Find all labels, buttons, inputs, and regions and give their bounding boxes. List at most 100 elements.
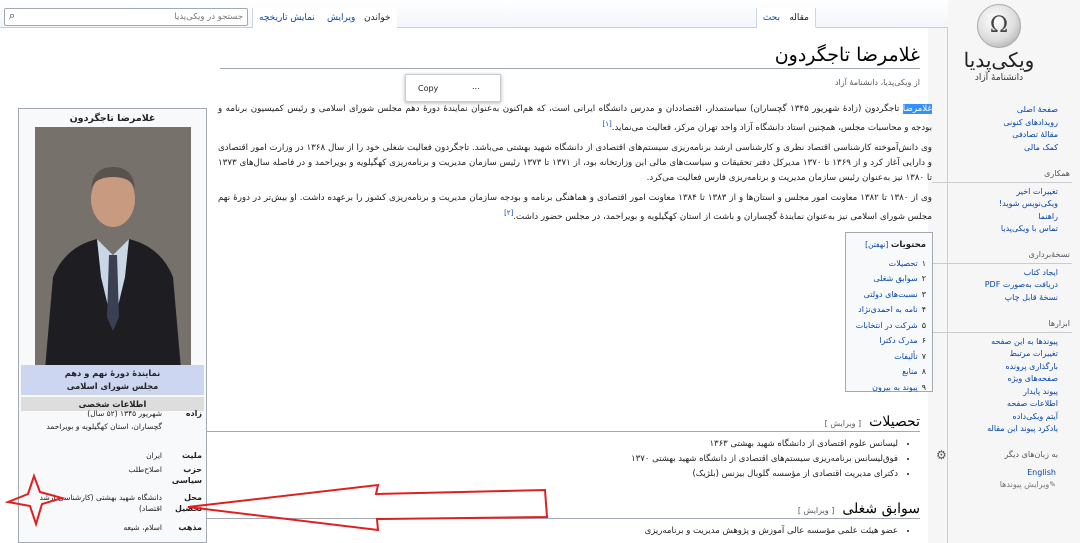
- nav-what-links-here[interactable]: پیوندها به این صفحه: [991, 337, 1058, 346]
- toc-item[interactable]: ۸منابع: [852, 364, 926, 380]
- toc-link-works[interactable]: تألیفات: [894, 352, 918, 361]
- languages-title: به زبان‌های دیگر: [1004, 450, 1058, 459]
- infobox-value-link[interactable]: گچساران، استان کهگیلویه و بویراحمد: [22, 422, 162, 433]
- nav-help[interactable]: راهنما: [1038, 212, 1058, 221]
- annotation-overlay: [4, 473, 549, 532]
- nav-random-article[interactable]: مقالهٔ تصادفی: [1012, 130, 1058, 139]
- toc-number: ۵: [921, 320, 926, 330]
- annotation-arrow-icon: [187, 483, 549, 532]
- toc-number: ۴: [921, 305, 926, 314]
- lang-english-link[interactable]: English: [1027, 468, 1056, 477]
- toc-number: ۸: [921, 367, 926, 376]
- nav-tools-title: ابزارها: [932, 318, 1072, 333]
- nav-permanent-link[interactable]: پیوند پایدار: [1023, 387, 1058, 396]
- toc-link-phd[interactable]: مدرک دکترا: [879, 336, 917, 345]
- wikipedia-page: Ω ویکی‌پدیا دانشنامهٔ آزاد صفحهٔ اصلی رو…: [0, 0, 1080, 543]
- nav-main: صفحهٔ اصلی رویدادهای کنونی مقالهٔ تصادفی…: [932, 104, 1072, 154]
- toc-item[interactable]: ۳نسبت‌های دولتی: [852, 287, 926, 303]
- nav-print: نسخهٔ‌برداری ایجاد کتاب دریافت به‌صورت P…: [932, 249, 1072, 304]
- nav-wikidata-item[interactable]: آیتم ویکی‌داده: [1013, 412, 1058, 421]
- toc-link-letter[interactable]: نامه به احمدی‌نژاد: [858, 305, 918, 314]
- toc-link-career[interactable]: سوابق شغلی: [873, 274, 917, 283]
- toc-item[interactable]: ۶ مدرک دکترا: [852, 333, 926, 349]
- lead-paragraph-2: وی دانش‌آموخته کارشناسی اقتصاد نظری و کا…: [218, 142, 933, 183]
- selected-text[interactable]: غلامرضا: [902, 104, 932, 114]
- infobox-value-link[interactable]: ایران: [22, 451, 162, 462]
- edit-links[interactable]: ✎ویرایش پیوندها: [1000, 480, 1056, 489]
- toc-title: محتویات: [890, 240, 926, 250]
- top-tabs: مقاله بحث خواندن ویرایش نمایش تاریخچه ⌕: [0, 0, 948, 28]
- toc-item[interactable]: ۷تألیفات: [852, 349, 926, 365]
- toc-link-education[interactable]: تحصیلات: [889, 259, 918, 268]
- nav-page-info[interactable]: اطلاعات صفحه: [1007, 399, 1058, 408]
- logo-tagline: دانشنامهٔ آزاد: [974, 73, 1024, 83]
- toc-item[interactable]: ۲ سوابق شغلی: [852, 271, 926, 287]
- wikipedia-logo[interactable]: Ω ویکی‌پدیا دانشنامهٔ آزاد: [944, 4, 1054, 90]
- tab-talk[interactable]: بحث: [755, 8, 786, 28]
- languages-header: به زبان‌های دیگر ⚙: [932, 448, 1072, 462]
- toc-hide-link[interactable]: [نهفتن]: [865, 240, 888, 249]
- tab-edit[interactable]: ویرایش: [320, 8, 362, 28]
- section-edit-link[interactable]: [ ویرایش ]: [825, 419, 861, 428]
- search-box: ⌕: [4, 8, 248, 26]
- article-body: غلامرضا تاجگردون (زادهٔ شهریور ۱۳۴۵ گچسا…: [218, 102, 932, 230]
- table-of-contents: محتویات [نهفتن] ۱تحصیلات ۲ سوابق شغلی ۳نس…: [845, 232, 933, 392]
- more-button[interactable]: ...: [472, 82, 480, 91]
- nav-print-title: نسخهٔ‌برداری: [932, 249, 1072, 264]
- nav-upload-file[interactable]: بارگذاری پرونده: [1005, 362, 1058, 371]
- office-line-1: نمایندهٔ دورهٔ نهم و دهم: [64, 368, 161, 378]
- nav-special-pages[interactable]: صفحه‌های ویژه: [1008, 374, 1058, 383]
- toc-link-external[interactable]: پیوند به بیرون: [872, 383, 918, 392]
- toc-item[interactable]: ۹پیوند به بیرون: [852, 380, 926, 396]
- tab-read[interactable]: خواندن: [357, 8, 397, 28]
- infobox-value: شهریور ۱۳۴۵ (۵۲ سال): [87, 409, 162, 418]
- nav-current-events[interactable]: رویدادهای کنونی: [1003, 118, 1058, 127]
- section-edit-link[interactable]: [ ویرایش ]: [798, 506, 834, 515]
- nav-donate[interactable]: کمک مالی: [1024, 143, 1058, 152]
- nav-main-page[interactable]: صفحهٔ اصلی: [1017, 105, 1058, 114]
- infobox-key: زاده: [185, 409, 202, 418]
- copy-button[interactable]: Copy: [418, 84, 438, 93]
- tab-article[interactable]: مقاله: [782, 8, 816, 28]
- toc-number: ۷: [921, 351, 926, 361]
- toc-number: ۲: [921, 274, 926, 283]
- logo-name: ویکی‌پدیا: [963, 48, 1035, 72]
- nav-create-book[interactable]: ایجاد کتاب: [1024, 268, 1058, 277]
- toc-number: ۶: [921, 336, 926, 345]
- lead-text-1: تاجگردون (زادهٔ شهریور ۱۳۴۵ گچساران) سیا…: [218, 104, 932, 133]
- toc-link-elections[interactable]: شرکت در انتخابات: [856, 321, 918, 330]
- toc-number: ۳: [921, 289, 926, 299]
- infobox-office-band: نمایندهٔ دورهٔ نهم و دهم مجلس شورای اسلا…: [21, 365, 204, 395]
- nav-tools: ابزارها پیوندها به این صفحه تغییرات مرتب…: [932, 318, 1072, 436]
- infobox-title: غلامرضا تاجگردون: [69, 113, 156, 124]
- nav-interaction-title: همکاری: [932, 168, 1072, 183]
- nav-become-editor[interactable]: ویکی‌نویس شوید!: [999, 199, 1058, 208]
- nav-interaction: همکاری تغییرات اخیر ویکی‌نویس شوید! راهن…: [932, 168, 1072, 236]
- search-input[interactable]: [43, 9, 243, 25]
- portrait-photo[interactable]: [35, 127, 191, 369]
- lead-text-3: وی از ۱۳۸۰ تا ۱۳۸۲ معاونت امور مجلس و اس…: [218, 192, 932, 222]
- toc-number: ۹: [921, 382, 926, 392]
- toc-item[interactable]: ۵شرکت در انتخابات: [852, 318, 926, 334]
- nav-printable[interactable]: نسخهٔ قابل چاپ: [1005, 293, 1058, 302]
- tab-history[interactable]: نمایش تاریخچه: [252, 8, 321, 28]
- globe-icon: Ω: [977, 4, 1021, 48]
- list-item: لیسانس علوم اقتصادی از دانشگاه شهید بهشت…: [308, 437, 898, 452]
- section-heading-education: تحصیلات [ ویرایش ]: [196, 414, 920, 432]
- nav-download-pdf[interactable]: دریافت به‌صورت PDF: [985, 280, 1058, 289]
- office-line-2: مجلس شورای اسلامی: [66, 381, 159, 391]
- toc-item[interactable]: ۱تحصیلات: [852, 256, 926, 272]
- infobox-key: ملیت: [182, 451, 202, 460]
- toc-item[interactable]: ۴نامه به احمدی‌نژاد: [852, 302, 926, 318]
- nav-related-changes[interactable]: تغییرات مرتبط: [1009, 349, 1058, 358]
- nav-contact[interactable]: تماس با ویکی‌پدیا: [1001, 224, 1058, 233]
- reference-1[interactable]: [۱]: [603, 120, 612, 128]
- search-icon[interactable]: ⌕: [9, 10, 21, 22]
- nav-recent-changes[interactable]: تغییرات اخیر: [1016, 187, 1058, 196]
- toc-link-relations[interactable]: نسبت‌های دولتی: [864, 290, 918, 299]
- reference-2[interactable]: [۲]: [504, 209, 513, 217]
- nav-cite-page[interactable]: یادکرد پیوند این مقاله: [987, 424, 1058, 433]
- toc-link-sources[interactable]: منابع: [902, 367, 918, 376]
- lead-paragraph-3: وی از ۱۳۸۰ تا ۱۳۸۲ معاونت امور مجلس و اس…: [218, 191, 932, 225]
- toc-number: ۱: [921, 258, 926, 268]
